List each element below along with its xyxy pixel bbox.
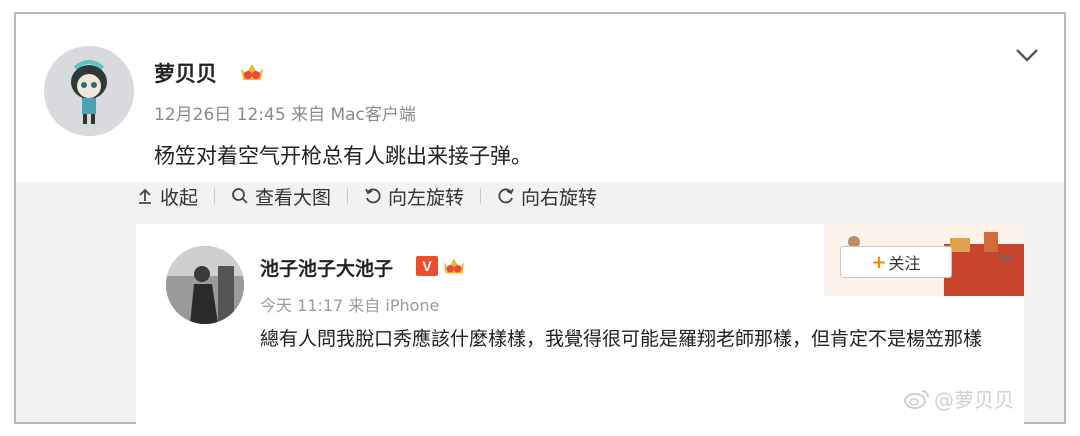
rotate-right-label: 向右旋转 (521, 186, 598, 209)
photo-avatar-image (166, 246, 244, 324)
post-username[interactable]: 萝贝贝 (154, 58, 217, 88)
main-post: 萝贝贝 12月26日 12:45 来自 Mac客户端 杨笠对着空气开枪总有人跳出… (16, 14, 1064, 182)
vip-crown-icon (241, 64, 263, 80)
post-text: 杨笠对着空气开枪总有人跳出来接子弹。 (154, 144, 532, 168)
follow-button[interactable]: + 关注 (840, 246, 952, 278)
cartoon-avatar-image (44, 46, 134, 136)
rotate-left-label: 向左旋转 (388, 186, 465, 209)
view-large-label: 查看大图 (255, 186, 332, 209)
follow-label: 关注 (888, 254, 921, 273)
post-meta: 12月26日 12:45 来自 Mac客户端 (154, 105, 416, 125)
rotate-right-icon (498, 188, 514, 204)
view-large-button[interactable]: 查看大图 (231, 183, 331, 210)
repost-username[interactable]: 池子池子大池子 (260, 254, 393, 281)
collapse-button[interactable]: 收起 (136, 183, 198, 210)
weibo-logo-icon (904, 389, 929, 409)
repost-user-avatar[interactable] (166, 246, 244, 324)
weibo-watermark: @萝贝贝 (904, 384, 1014, 413)
rotate-left-button[interactable]: 向左旋转 (364, 183, 464, 210)
image-toolbar: 收起 查看大图 向左旋转 向右旋转 (136, 181, 597, 211)
toolbar-divider (214, 188, 216, 204)
watermark-text: @萝贝贝 (934, 388, 1014, 412)
vip-crown-icon (443, 258, 465, 274)
repost-text: 總有人問我脫口秀應該什麼樣樣，我覺得很可能是羅翔老師那樣，但肯定不是楊笠那樣 (260, 328, 983, 350)
chevron-down-icon[interactable] (1014, 46, 1040, 64)
repost-image-card: 池子池子大池子 V + 关注 今天 11:17 来自 iPhone 總有人問我脫… (136, 224, 1024, 424)
repost-meta: 今天 11:17 来自 iPhone (260, 296, 440, 315)
user-avatar[interactable] (44, 46, 134, 136)
toolbar-divider (347, 188, 349, 204)
search-icon (232, 188, 248, 204)
collapse-label: 收起 (160, 186, 199, 209)
collapse-arrow-icon (139, 188, 151, 204)
rotate-right-button[interactable]: 向右旋转 (497, 183, 597, 210)
plus-icon: + (871, 251, 887, 273)
chevron-down-icon[interactable] (996, 250, 1016, 264)
rotate-left-icon (365, 188, 381, 204)
toolbar-divider (480, 188, 482, 204)
verified-badge: V (416, 256, 438, 276)
